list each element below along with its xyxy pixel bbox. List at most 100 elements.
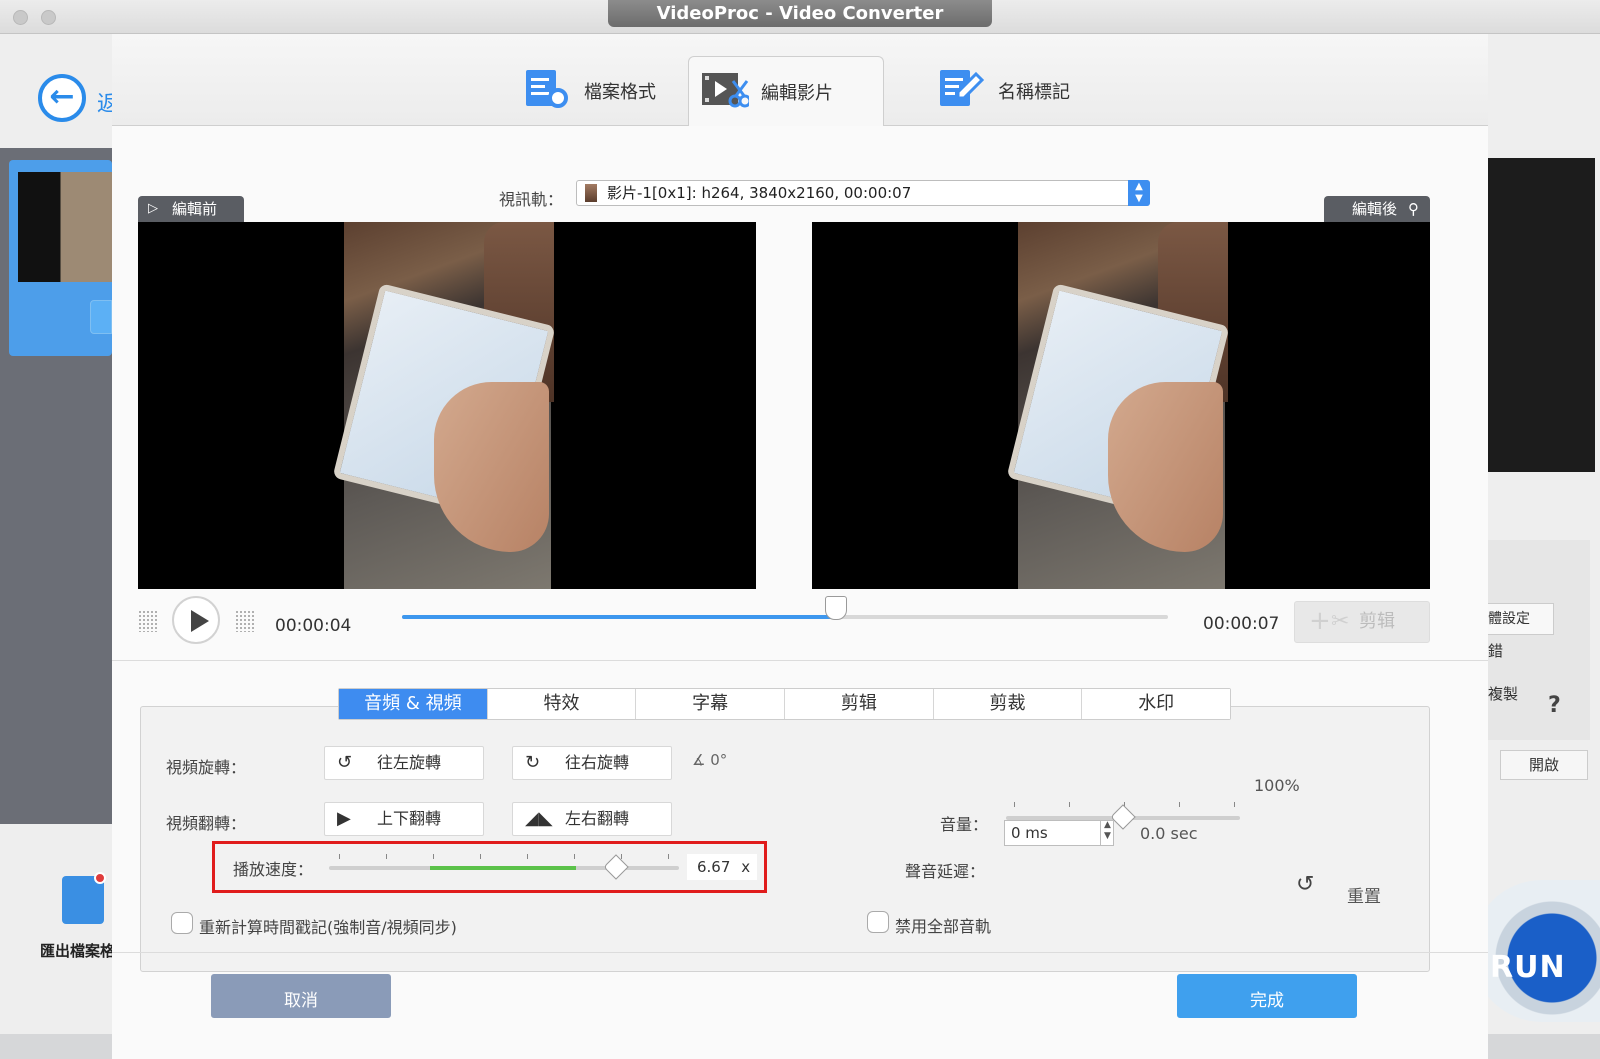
close-window-button[interactable]: [13, 10, 28, 25]
background-error-label: 錯: [1488, 642, 1504, 660]
preview-after-tag: 編輯後 ⚲: [1324, 196, 1430, 222]
video-frame: [332, 222, 556, 589]
tab-file-format[interactable]: 檔案格式: [512, 56, 708, 126]
slider-tick: [1234, 802, 1235, 807]
subtab-audio-video[interactable]: 音頻 & 視頻: [339, 689, 488, 719]
preview-before-tag: ▷ 編輯前: [138, 196, 244, 222]
video-track-value: 影片-1[0x1]: h264, 3840x2160, 00:00:07: [607, 184, 912, 202]
flip-horizontal-button[interactable]: ◢◣ 左右翻轉: [512, 802, 672, 836]
speed-value-number: 6.67: [697, 858, 731, 876]
tab-name-tag[interactable]: 名稱標記: [926, 56, 1122, 126]
speed-slider-thumb[interactable]: [603, 854, 629, 880]
subtab-watermark[interactable]: 水印: [1082, 689, 1231, 719]
end-time: 00:00:07: [1203, 614, 1280, 634]
audio-delay-input[interactable]: 0 ms ▲ ▼: [1004, 820, 1114, 846]
audio-delay-label: 聲音延遲：: [905, 862, 986, 881]
slider-tick: [1069, 802, 1070, 807]
tab-edit-video[interactable]: 編輯影片: [688, 56, 884, 126]
playback-speed-highlight: 播放速度： 6.67 x: [212, 841, 767, 893]
disable-audio-checkbox[interactable]: [867, 911, 889, 933]
subtab-crop[interactable]: 剪裁: [933, 689, 1083, 719]
audio-delay-value: 0 ms: [1011, 824, 1048, 842]
flip-vertical-button[interactable]: ▶ 上下翻轉: [324, 802, 484, 836]
reset-history-icon[interactable]: ↺: [1296, 872, 1314, 897]
grip-right-icon: [235, 610, 255, 632]
run-label: RUN: [1490, 950, 1566, 985]
flip-label: 視頻翻轉：: [166, 814, 247, 833]
rotate-right-button[interactable]: ↻ 往右旋轉: [512, 746, 672, 780]
preview-after-label: 編輯後: [1352, 200, 1398, 218]
scissors-icon: ✂: [1331, 609, 1350, 634]
top-tabs-bar: 檔案格式 編輯影片 名稱標記: [112, 34, 1488, 126]
flip-horizontal-label: 左右翻轉: [565, 809, 630, 828]
flip-vertical-icon: ▶: [337, 808, 351, 829]
tab-label: 編輯影片: [761, 83, 833, 104]
recalc-timestamp-label: 重新計算時間戳記(強制音/視頻同步): [199, 918, 457, 937]
slider-tick: [386, 854, 387, 859]
minimize-window-button[interactable]: [41, 10, 56, 25]
done-button[interactable]: 完成: [1177, 974, 1357, 1018]
speed-slider-range: [430, 866, 576, 870]
audio-delay-seconds: 0.0 sec: [1140, 824, 1198, 843]
angle-icon: ∡: [692, 751, 706, 769]
speed-value: 6.67 x: [687, 854, 757, 880]
rotation-angle-value: 0°: [710, 751, 728, 769]
track-thumbnail: [585, 184, 597, 202]
reset-button[interactable]: 重置: [1347, 882, 1381, 907]
back-arrow-icon[interactable]: ←: [38, 74, 86, 122]
tab-label: 名稱標記: [998, 82, 1070, 103]
select-arrows-icon[interactable]: ▲ ▼: [1128, 180, 1150, 206]
current-time: 00:00:04: [275, 616, 352, 636]
rotate-left-button[interactable]: ↺ 往左旋轉: [324, 746, 484, 780]
cut-label: 剪辑: [1359, 611, 1395, 632]
slider-tick: [1179, 802, 1180, 807]
film-scissors-icon: [702, 73, 749, 108]
slider-tick: [433, 854, 434, 859]
background-settings-button[interactable]: 體設定: [1488, 603, 1554, 635]
speed-unit: x: [741, 858, 751, 876]
open-button[interactable]: 開啟: [1500, 750, 1588, 780]
cut-button[interactable]: + ✂ 剪辑: [1294, 601, 1430, 643]
disable-audio-label: 禁用全部音軌: [895, 917, 992, 936]
dialog-content: 視訊軌： 影片-1[0x1]: h264, 3840x2160, 00:00:0…: [112, 126, 1488, 1059]
edit-video-dialog: 檔案格式 編輯影片 名稱標記 視訊軌： 影片-1[0x1]: h264, 384…: [112, 34, 1488, 1059]
subtab-trim[interactable]: 剪辑: [785, 689, 934, 719]
plus-icon: +: [1309, 606, 1331, 636]
notification-dot-icon: [94, 872, 106, 884]
speed-slider[interactable]: [329, 854, 679, 880]
flip-horizontal-icon: ◢◣: [525, 808, 553, 829]
delay-stepper-icon[interactable]: ▲ ▼: [1100, 820, 1114, 846]
slider-tick: [1014, 802, 1015, 807]
rotate-label: 視頻旋轉：: [166, 758, 247, 777]
volume-value: 100%: [1254, 776, 1300, 795]
grip-left-icon: [138, 610, 158, 632]
cancel-button[interactable]: 取消: [211, 974, 391, 1018]
volume-slider-thumb[interactable]: [1110, 804, 1136, 830]
export-format-label: 匯出檔案格式: [40, 942, 112, 960]
preview-after: [812, 222, 1430, 589]
rotate-right-icon: ↻: [525, 752, 541, 773]
zoom-search-icon[interactable]: ⚲: [1408, 196, 1419, 222]
settings-subtabs: 音頻 & 視頻 特效 字幕 剪辑 剪裁 水印: [338, 688, 1231, 720]
background-copy-label: 複製: [1488, 685, 1519, 703]
slider-tick: [574, 854, 575, 859]
timeline-thumb[interactable]: [825, 596, 848, 620]
preview-before: [138, 222, 756, 589]
subtab-effects[interactable]: 特效: [487, 689, 637, 719]
play-outline-icon: ▷: [148, 201, 158, 216]
slider-tick: [339, 854, 340, 859]
recalc-timestamp-checkbox[interactable]: [171, 912, 193, 934]
timeline-progress: [402, 615, 837, 619]
file-settings-icon: [526, 70, 568, 108]
video-track-label: 視訊軌：: [499, 190, 564, 209]
play-button[interactable]: [172, 596, 220, 644]
subtab-subtitles[interactable]: 字幕: [636, 689, 786, 719]
help-icon[interactable]: ?: [1548, 693, 1561, 718]
divider: [112, 660, 1488, 661]
background-card-button[interactable]: [90, 300, 112, 334]
background-options-panel: [1488, 540, 1590, 740]
background-video-thumbnail: [18, 172, 112, 282]
slider-tick: [480, 854, 481, 859]
slider-tick: [621, 854, 622, 859]
video-track-select[interactable]: 影片-1[0x1]: h264, 3840x2160, 00:00:07 ▲ ▼: [576, 180, 1150, 206]
